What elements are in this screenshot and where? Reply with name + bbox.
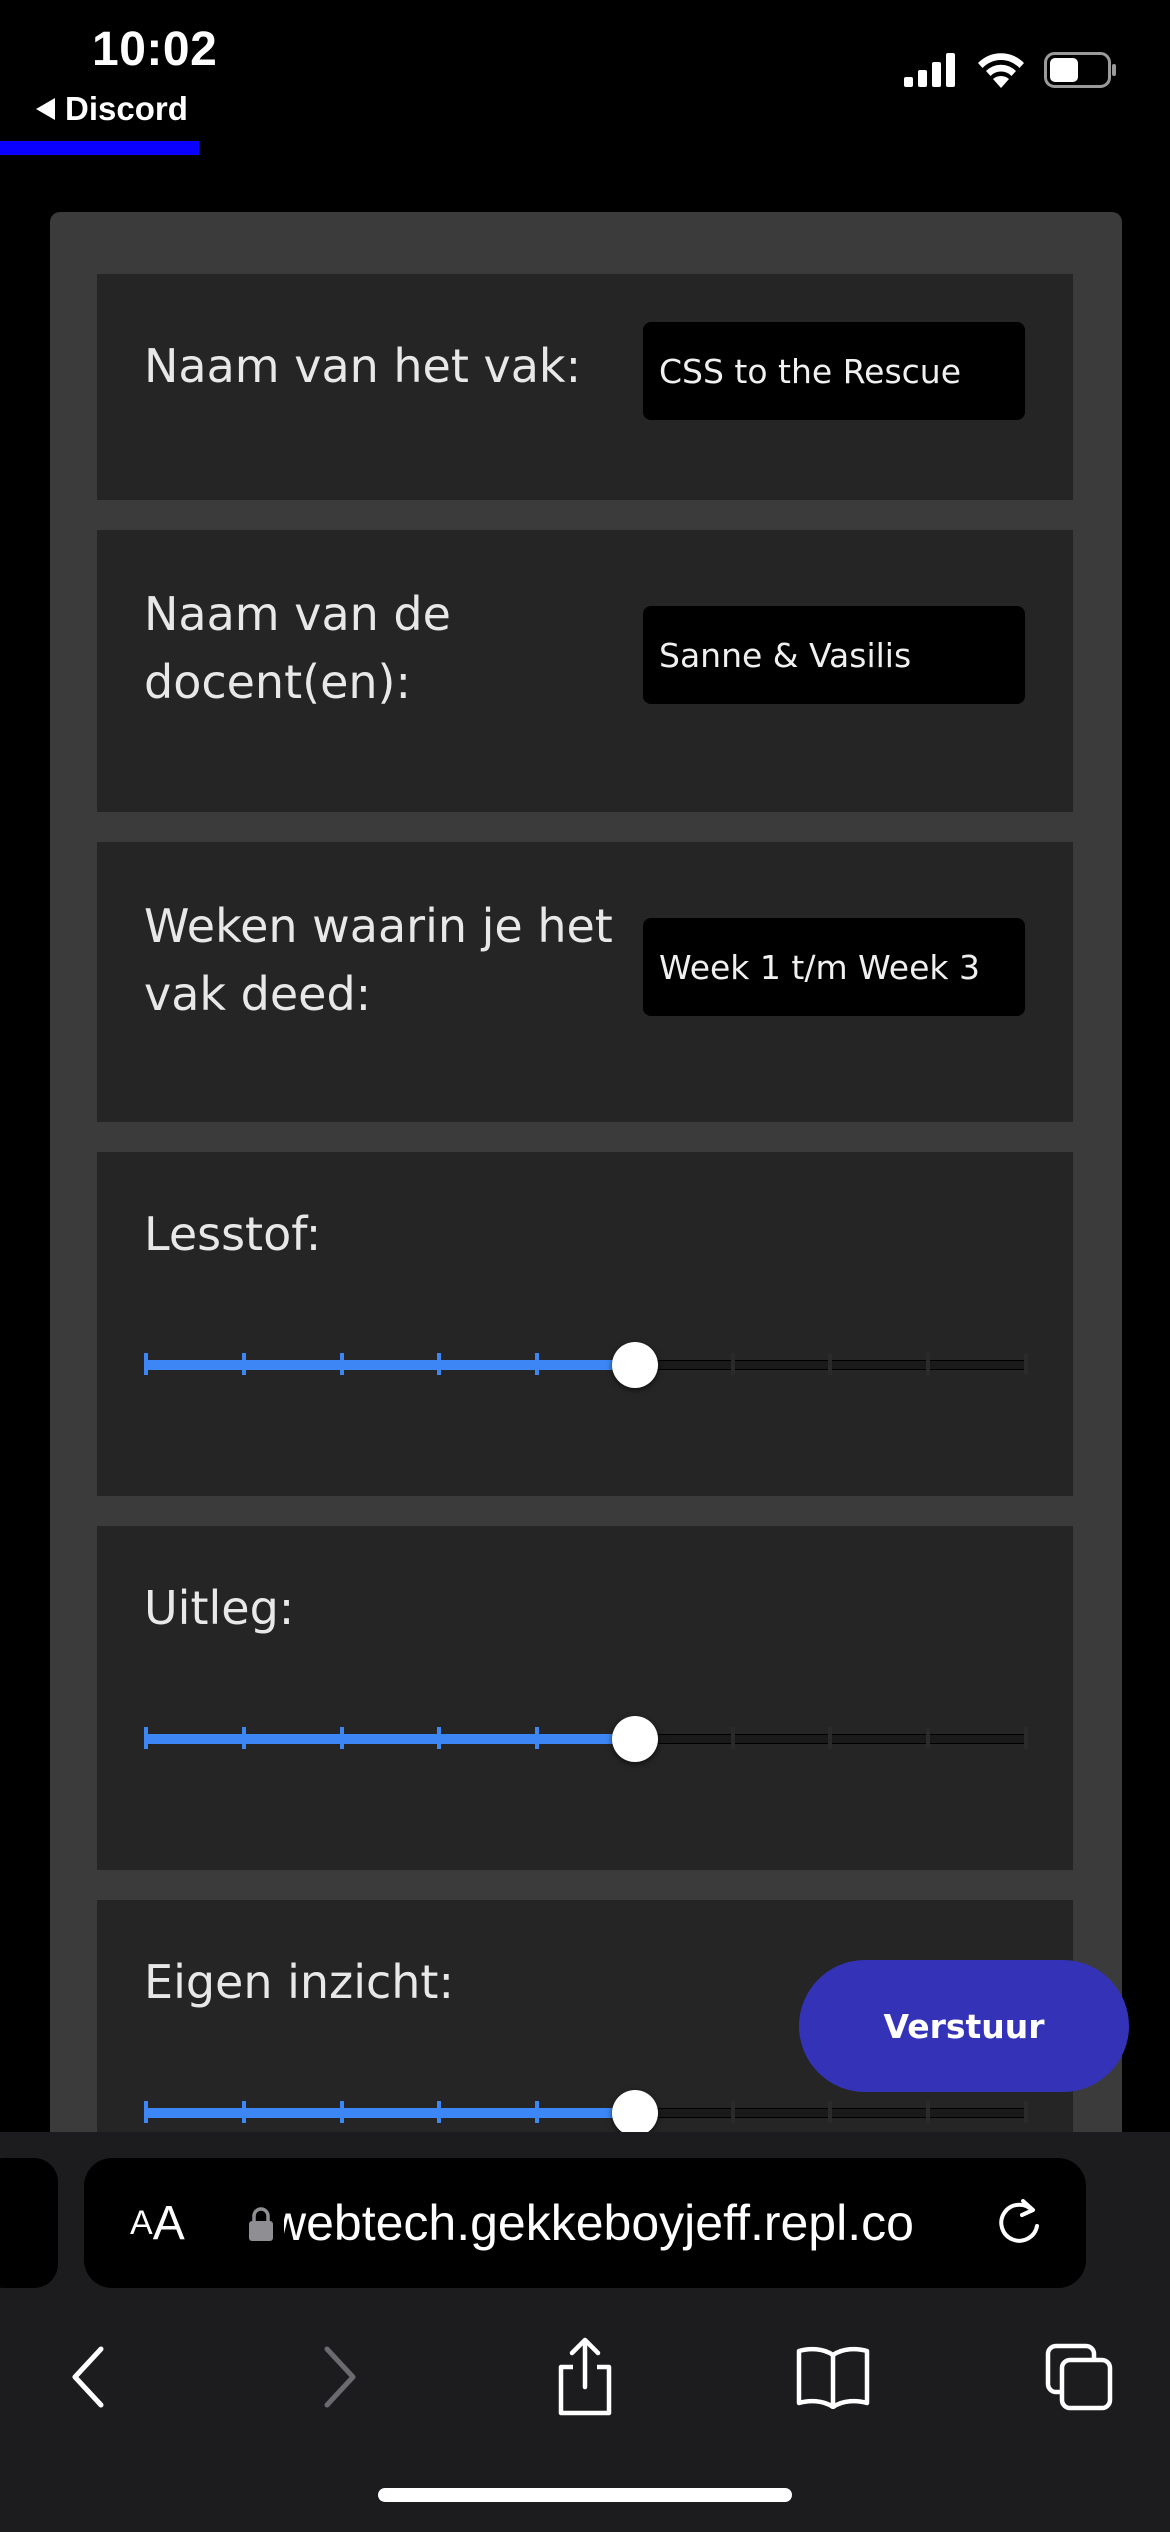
uitleg-panel: Uitleg:	[97, 1526, 1073, 1870]
bookmarks-button[interactable]	[778, 2322, 888, 2432]
tabs-icon	[1045, 2343, 1113, 2411]
eigen-inzicht-label: Eigen inzicht:	[144, 1955, 454, 2009]
home-indicator	[378, 2488, 792, 2502]
slider-tick	[437, 2101, 442, 2123]
forward-button[interactable]	[284, 2322, 394, 2432]
slider-tick	[241, 2101, 246, 2123]
slider-tick	[828, 1353, 833, 1375]
slider-tick	[339, 1727, 344, 1749]
slider-tick	[144, 1727, 148, 1749]
eigen-inzicht-slider[interactable]	[144, 2090, 1028, 2136]
slider-fill	[146, 1734, 635, 1744]
book-icon	[796, 2346, 870, 2409]
slider-tick	[437, 1353, 442, 1375]
slider-tick	[535, 2101, 540, 2123]
status-bar: 10:02 Discord	[0, 0, 1170, 155]
teachers-label: Naam van de docent(en):	[144, 587, 451, 709]
slider-tick	[1024, 1353, 1028, 1375]
slider-thumb[interactable]	[611, 1716, 658, 1762]
weeks-label: Weken waarin je het vak deed:	[144, 899, 613, 1021]
slider-thumb[interactable]	[611, 2090, 658, 2136]
address-bar[interactable]: A A webtech.gekkeboyjeff.repl.co	[84, 2158, 1086, 2288]
clock: 10:02	[92, 23, 218, 76]
slider-tick	[828, 1727, 833, 1749]
back-button[interactable]	[34, 2322, 144, 2432]
course-name-panel: Naam van het vak:	[97, 274, 1073, 500]
slider-tick	[1024, 1727, 1028, 1749]
share-button[interactable]	[530, 2322, 640, 2432]
previous-tab-peek[interactable]	[0, 2158, 58, 2288]
uitleg-label: Uitleg:	[144, 1581, 295, 1635]
slider-tick	[437, 1727, 442, 1749]
slider-tick	[144, 1353, 148, 1375]
slider-tick	[144, 2101, 148, 2123]
slider-tick	[339, 2101, 344, 2123]
slider-tick	[926, 2101, 931, 2123]
slider-tick	[730, 1727, 735, 1749]
browser-toolbar: A A webtech.gekkeboyjeff.repl.co	[0, 2132, 1170, 2532]
slider-tick	[241, 1727, 246, 1749]
slider-tick	[828, 2101, 833, 2123]
back-triangle-icon	[36, 98, 55, 120]
browser-nav-bar	[0, 2322, 1170, 2472]
slider-tick	[241, 1353, 246, 1375]
lock-icon	[249, 2207, 273, 2241]
lesstof-panel: Lesstof:	[97, 1152, 1073, 1496]
weeks-input[interactable]	[643, 918, 1025, 1016]
teachers-panel: Naam van de docent(en):	[97, 530, 1073, 812]
back-app-label: Discord	[65, 90, 188, 127]
lesstof-label: Lesstof:	[144, 1207, 322, 1261]
slider-tick	[730, 1353, 735, 1375]
slider-tick	[535, 1353, 540, 1375]
slider-tick	[1024, 2101, 1028, 2123]
slider-tick	[926, 1353, 931, 1375]
text-size-big-glyph: A	[152, 2196, 185, 2250]
status-icons	[904, 52, 1118, 88]
slider-tick	[926, 1727, 931, 1749]
tabs-button[interactable]	[1024, 2322, 1134, 2432]
cellular-signal-icon	[904, 53, 955, 87]
slider-thumb[interactable]	[611, 1342, 658, 1388]
weeks-panel: Weken waarin je het vak deed:	[97, 842, 1073, 1122]
wifi-icon	[978, 53, 1024, 88]
text-size-small-glyph: A	[130, 2203, 153, 2242]
course-name-label: Naam van het vak:	[144, 339, 582, 393]
course-name-input[interactable]	[643, 322, 1025, 420]
reload-icon[interactable]	[992, 2196, 1046, 2250]
share-icon	[558, 2337, 612, 2416]
url-text: webtech.gekkeboyjeff.repl.co	[284, 2195, 914, 2251]
text-size-button[interactable]: A A	[130, 2158, 185, 2288]
back-to-app-button[interactable]: Discord	[36, 90, 188, 128]
slider-tick	[730, 2101, 735, 2123]
submit-button[interactable]: Verstuur	[799, 1960, 1129, 2092]
chevron-left-icon	[72, 2346, 104, 2408]
lesstof-slider[interactable]	[144, 1342, 1028, 1388]
slider-tick	[339, 1353, 344, 1375]
slider-fill	[146, 1360, 635, 1370]
slider-fill	[146, 2108, 635, 2118]
chevron-right-icon	[324, 2346, 356, 2408]
battery-icon	[1044, 52, 1116, 88]
uitleg-slider[interactable]	[144, 1716, 1028, 1762]
teachers-input[interactable]	[643, 606, 1025, 704]
slider-tick	[535, 1727, 540, 1749]
page-load-progress-bar	[0, 141, 199, 155]
